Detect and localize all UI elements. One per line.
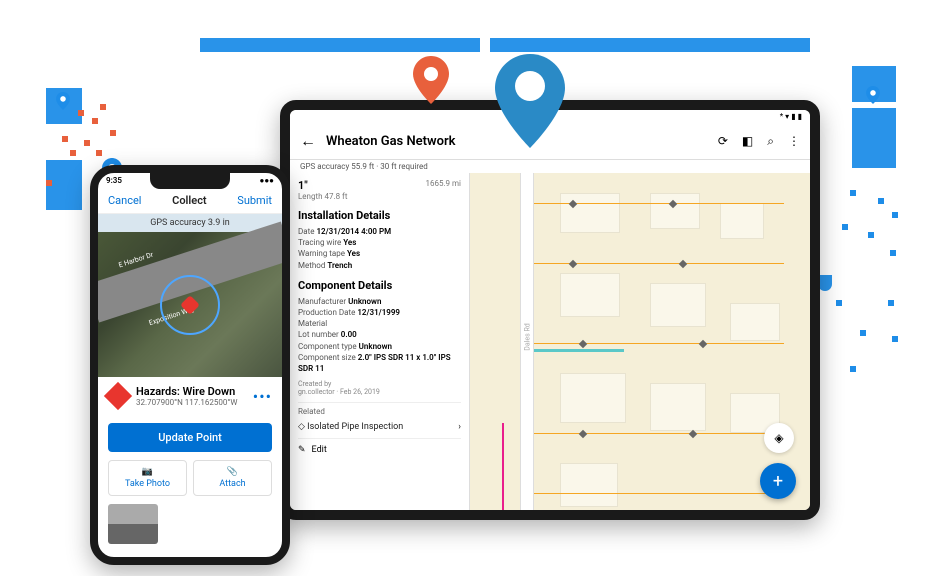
phone-feature-card: Hazards: Wire Down 32.707900°N 117.16250… [98, 377, 282, 415]
chevron-right-icon: › [458, 422, 461, 432]
feature-size: 1" [298, 179, 347, 192]
plus-icon: + [773, 471, 783, 492]
overflow-icon[interactable]: ⋮ [788, 134, 800, 149]
related-label: Related [298, 407, 461, 416]
cancel-button[interactable]: Cancel [108, 194, 141, 207]
feature-length: Length 47.8 ft [298, 192, 347, 201]
photo-thumbnail[interactable] [108, 504, 158, 544]
bluetooth-icon: * [780, 112, 783, 121]
road-label: Dales Rd [524, 323, 532, 350]
map-pin-orange-icon [413, 56, 449, 104]
battery-icon: ▮ [798, 112, 802, 121]
screen-title: Collect [172, 194, 206, 207]
crosshair-icon: ◈ [774, 431, 783, 445]
hazard-coords: 32.707900°N 117.162500°W [136, 398, 245, 407]
edit-button[interactable]: ✎ Edit [298, 438, 461, 455]
back-arrow-icon[interactable]: ← [300, 131, 316, 151]
wifi-icon: ▾ [785, 112, 789, 121]
map-pin-blue-icon [495, 54, 565, 148]
created-by-label: Created by [298, 380, 461, 388]
status-time: 9:35 [106, 176, 122, 185]
hazard-title: Hazards: Wire Down [136, 385, 245, 398]
phone-map[interactable]: E Harbor Dr Exposition Way [98, 232, 282, 377]
sync-icon[interactable]: ⟳ [718, 134, 728, 149]
take-photo-button[interactable]: 📷 Take Photo [108, 460, 187, 496]
section-component-header: Component Details [298, 279, 461, 292]
attach-button[interactable]: 📎 Attach [193, 460, 272, 496]
created-by-meta: gn.collector · Feb 26, 2019 [298, 388, 461, 396]
tablet-detail-panel: 1" Length 47.8 ft 1665.9 mi Installation… [290, 173, 470, 513]
tablet-gps-banner: GPS accuracy 55.9 ft · 30 ft required [290, 160, 810, 173]
more-icon[interactable]: ••• [253, 387, 272, 406]
signal-icon: ▮ [791, 112, 795, 121]
submit-button[interactable]: Submit [237, 194, 272, 207]
section-install-header: Installation Details [298, 209, 461, 222]
camera-icon: 📷 [142, 467, 153, 477]
related-item[interactable]: ◇ Isolated Pipe Inspection › [298, 416, 461, 438]
phone-device: 9:35 ●●● Cancel Collect Submit GPS accur… [90, 165, 290, 565]
feature-distance: 1665.9 mi [425, 179, 461, 201]
locate-button[interactable]: ◈ [764, 423, 794, 453]
phone-topbar: Cancel Collect Submit [98, 188, 282, 214]
layers-icon[interactable]: ◧ [742, 134, 753, 149]
pencil-icon: ✎ [298, 445, 306, 455]
hazard-icon [104, 382, 132, 410]
add-fab-button[interactable]: + [760, 463, 796, 499]
tablet-device: * ▾ ▮ ▮ ← Wheaton Gas Network ⟳ ◧ ⌕ ⋮ GP… [280, 100, 820, 520]
search-icon[interactable]: ⌕ [767, 134, 774, 149]
attach-icon: 📎 [227, 467, 238, 477]
update-point-button[interactable]: Update Point [108, 423, 272, 452]
tablet-map[interactable]: Dales Rd [470, 173, 810, 513]
signal-icon: ●●● [260, 176, 275, 185]
